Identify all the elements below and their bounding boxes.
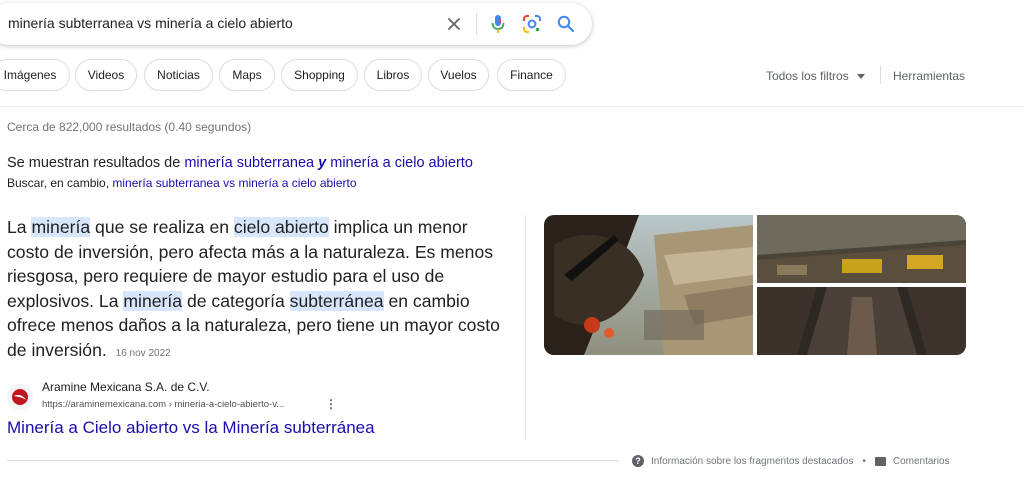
showing-term-1-link[interactable]: minería subterranea	[184, 155, 314, 171]
all-filters-button[interactable]: Todos los filtros	[766, 69, 849, 83]
about-featured-snippets-link[interactable]: Información sobre los fragmentos destaca…	[651, 456, 853, 467]
snippet-divider	[525, 215, 526, 439]
microphone-icon[interactable]	[486, 12, 510, 36]
chip-finance[interactable]: Finance	[497, 59, 566, 91]
mine-image-3[interactable]	[757, 287, 966, 355]
site-name: Aramine Mexicana S.A. de C.V.	[42, 380, 210, 394]
chip-maps[interactable]: Maps	[219, 59, 275, 91]
tools-divider	[880, 66, 881, 84]
mine-image-1[interactable]	[544, 215, 753, 355]
snippet-highlight: minería	[123, 290, 183, 311]
close-icon[interactable]	[442, 12, 466, 36]
showing-results-for: Se muestran resultados de minería subter…	[7, 155, 473, 171]
tools-button[interactable]: Herramientas	[893, 69, 965, 83]
chip-imagenes[interactable]: Imágenes	[0, 59, 70, 91]
snippet-highlight: subterránea	[289, 290, 384, 311]
snippet-highlight: minería	[31, 217, 91, 237]
snippet-text: de categoría	[182, 290, 290, 311]
site-url[interactable]: https://araminemexicana.com › mineria-a-…	[42, 399, 284, 410]
showing-term-2-link[interactable]: minería a cielo abierto	[330, 155, 473, 171]
snippet-highlight: cielo abierto	[233, 217, 329, 237]
search-bar[interactable]: minería subterranea vs minería a cielo a…	[0, 3, 592, 45]
more-options-icon[interactable]: ⋮	[325, 397, 337, 411]
featured-snippet-text: La minería que se realiza en cielo abier…	[7, 215, 507, 367]
header-divider	[0, 106, 1024, 107]
chip-videos[interactable]: Videos	[75, 59, 137, 91]
feedback-link[interactable]: Comentarios	[893, 456, 950, 467]
search-instead: Buscar, en cambio, minería subterranea v…	[7, 176, 357, 190]
result-stats: Cerca de 822,000 resultados (0.40 segund…	[7, 120, 252, 134]
chip-shopping[interactable]: Shopping	[281, 59, 358, 91]
image-collage[interactable]	[544, 215, 966, 355]
search-instead-prefix: Buscar, en cambio,	[7, 176, 113, 190]
snippet-text: que se realiza en	[90, 217, 234, 237]
search-input[interactable]: minería subterranea vs minería a cielo a…	[8, 15, 293, 31]
showing-and: y	[318, 155, 327, 171]
chip-vuelos[interactable]: Vuelos	[428, 59, 489, 91]
site-favicon-icon	[7, 384, 33, 410]
chip-noticias[interactable]: Noticias	[144, 59, 213, 91]
search-instead-link[interactable]: minería subterranea vs minería a cielo a…	[112, 176, 356, 190]
snippet-text: La	[7, 217, 32, 237]
google-lens-icon[interactable]	[520, 12, 544, 36]
chip-libros[interactable]: Libros	[364, 59, 422, 91]
snippet-date: 16 nov 2022	[115, 347, 171, 359]
feedback-icon[interactable]	[874, 456, 886, 466]
caret-down-icon[interactable]	[857, 74, 865, 79]
featured-snippet-footer: ? Información sobre los fragmentos desta…	[632, 455, 950, 467]
footer-separator: •	[862, 455, 866, 467]
mine-image-2[interactable]	[757, 215, 966, 283]
result-title-link[interactable]: Minería a Cielo abierto vs la Minería su…	[7, 418, 375, 438]
search-bar-divider	[476, 13, 477, 35]
footer-divider	[7, 460, 619, 461]
showing-prefix: Se muestran resultados de	[7, 155, 185, 171]
search-icon[interactable]	[554, 12, 578, 36]
help-icon[interactable]: ?	[632, 455, 644, 467]
